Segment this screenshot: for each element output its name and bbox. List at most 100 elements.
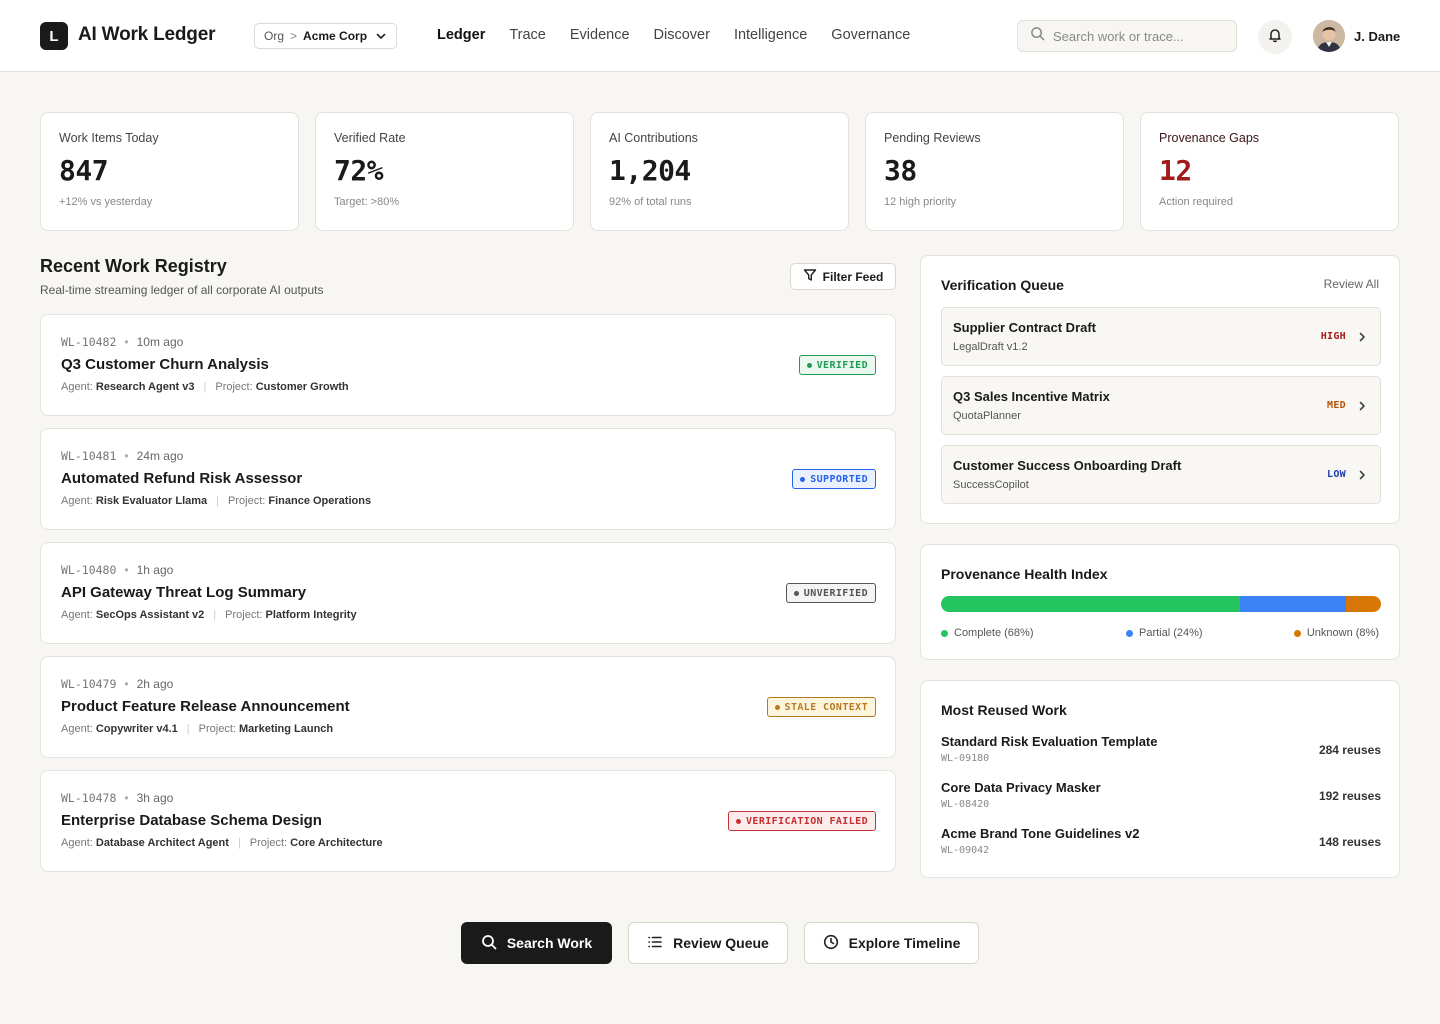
project-field: Project: Customer Growth [215, 381, 348, 393]
project-label: Project: [249, 837, 288, 849]
agent-field: Agent: Database Architect Agent [61, 837, 229, 849]
work-time: 2h ago [136, 677, 174, 691]
stat-sub: +12% vs yesterday [59, 196, 153, 208]
legend-complete: Complete (68%) [941, 627, 1033, 639]
queue-item[interactable]: Supplier Contract Draft LegalDraft v1.2 HI… [941, 307, 1381, 366]
agent-label: Agent: [61, 381, 93, 393]
legend-dot [1126, 629, 1133, 637]
stat-value: 1,204 [609, 154, 691, 187]
work-item-card[interactable]: WL-10478 • 3h ago Enterprise Database Schem… [40, 770, 896, 872]
reuse-title: Core Data Privacy Masker [941, 780, 1101, 795]
work-item-card[interactable]: WL-10481 • 24m ago Automated Refund Risk As… [40, 428, 896, 530]
reuse-item[interactable]: Core Data Privacy Masker WL-08420 192 re… [941, 780, 1381, 810]
queue-item-source: LegalDraft v1.2 [953, 341, 1028, 353]
filter-feed-label: Filter Feed [822, 269, 884, 284]
nav-ledger[interactable]: Ledger [437, 27, 485, 43]
legend-dot [941, 629, 948, 637]
queue-item-title: Supplier Contract Draft [953, 320, 1097, 335]
status-dot [736, 818, 741, 824]
search-icon [1030, 26, 1045, 46]
bell-icon [1267, 27, 1283, 48]
nav-evidence[interactable]: Evidence [570, 27, 630, 43]
legend-label: Complete (68%) [954, 627, 1034, 639]
work-title: API Gateway Threat Log Summary [61, 584, 307, 601]
reuse-item[interactable]: Acme Brand Tone Guidelines v2 WL-09042 1… [941, 826, 1381, 856]
search-input[interactable] [1053, 28, 1223, 44]
search-box [1017, 20, 1237, 52]
status-label: UNVERIFIED [803, 587, 868, 599]
most-reused-title: Most Reused Work [941, 702, 1067, 718]
review-queue-button[interactable]: Review Queue [628, 922, 788, 964]
chevron-down-icon [375, 30, 387, 42]
queue-item-source: SuccessCopilot [953, 479, 1029, 491]
project-name: Marketing Launch [239, 723, 334, 735]
priority-label: LOW [1327, 469, 1346, 480]
project-field: Project: Finance Operations [228, 495, 371, 507]
reuse-id: WL-09180 [941, 753, 990, 764]
nav-intelligence[interactable]: Intelligence [734, 27, 807, 43]
explore-timeline-button[interactable]: Explore Timeline [804, 922, 979, 964]
stat-value: 12 [1159, 154, 1192, 187]
verification-queue-panel: Verification Queue Review All Supplier C… [920, 255, 1400, 524]
work-time: 3h ago [136, 791, 174, 805]
status-label: VERIFICATION FAILED [746, 815, 868, 827]
legend-label: Unknown (8%) [1306, 627, 1379, 639]
stat-label: Work Items Today [59, 131, 159, 145]
org-switcher[interactable]: Org > Acme Corp [254, 23, 397, 49]
status-dot [774, 704, 780, 710]
project-label: Project: [198, 723, 236, 735]
agent-name: Research Agent v3 [95, 381, 195, 393]
chevron-right-icon [1356, 330, 1368, 348]
app-logo[interactable]: L [40, 22, 68, 50]
separator-dot: • [124, 677, 129, 691]
divider: | [216, 495, 220, 507]
stat-sub: Action required [1159, 196, 1233, 208]
priority-label: HIGH [1320, 331, 1346, 342]
agent-field: Agent: Research Agent v3 [61, 381, 195, 393]
work-id: WL-10481 [61, 449, 117, 463]
reuse-title: Standard Risk Evaluation Template [941, 734, 1158, 749]
stat-card-provenance-gaps: Provenance Gaps 12 Action required [1140, 112, 1399, 231]
work-meta: WL-10480 • 1h ago [61, 563, 875, 577]
work-meta: WL-10479 • 2h ago [61, 677, 875, 691]
work-item-card[interactable]: WL-10480 • 1h ago API Gateway Threat Log Su… [40, 542, 896, 644]
stat-value: 847 [59, 154, 109, 187]
nav-discover[interactable]: Discover [654, 27, 710, 43]
filter-feed-button[interactable]: Filter Feed [790, 263, 896, 290]
agent-label: Agent: [61, 495, 93, 507]
reuse-id: WL-08420 [941, 799, 990, 810]
stat-card-ai-contributions: AI Contributions 1,204 92% of total runs [590, 112, 849, 231]
agent-field: Agent: Copywriter v4.1 [61, 723, 178, 735]
work-item-card[interactable]: WL-10479 • 2h ago Product Feature Release A… [40, 656, 896, 758]
main-nav: Ledger Trace Evidence Discover Intellige… [437, 27, 934, 43]
review-all-link[interactable]: Review All [1324, 277, 1379, 291]
project-field: Project: Marketing Launch [199, 723, 333, 735]
work-id: WL-10480 [61, 563, 117, 577]
notifications-button[interactable] [1258, 20, 1292, 54]
status-label: SUPPORTED [810, 473, 868, 485]
chevron-right-icon [1356, 468, 1368, 486]
reuse-item[interactable]: Standard Risk Evaluation Template WL-091… [941, 734, 1381, 764]
search-work-button[interactable]: Search Work [461, 922, 612, 964]
nav-trace[interactable]: Trace [509, 27, 546, 43]
nav-governance[interactable]: Governance [831, 27, 910, 43]
avatar[interactable] [1313, 20, 1345, 52]
status-dot [806, 362, 812, 368]
reuse-title: Acme Brand Tone Guidelines v2 [941, 826, 1140, 841]
work-item-card[interactable]: WL-10482 • 10m ago Q3 Customer Churn Analys… [40, 314, 896, 416]
reuse-count: 284 reuses [1318, 743, 1381, 757]
project-label: Project: [228, 495, 266, 507]
work-title: Product Feature Release Announcement [61, 698, 350, 715]
stat-label: Pending Reviews [884, 131, 981, 145]
agent-name: SecOps Assistant v2 [95, 609, 205, 621]
stat-card-work-items: Work Items Today 847 +12% vs yesterday [40, 112, 299, 231]
reuse-count: 192 reuses [1318, 789, 1381, 803]
queue-item-title: Q3 Sales Incentive Matrix [953, 389, 1110, 404]
provenance-health-title: Provenance Health Index [941, 566, 1108, 582]
queue-item[interactable]: Customer Success Onboarding Draft Success… [941, 445, 1381, 504]
work-meta: WL-10481 • 24m ago [61, 449, 875, 463]
legend-partial: Partial (24%) [1126, 627, 1203, 639]
stat-label: AI Contributions [609, 131, 698, 145]
divider: | [186, 723, 190, 735]
queue-item[interactable]: Q3 Sales Incentive Matrix QuotaPlanner MED [941, 376, 1381, 435]
